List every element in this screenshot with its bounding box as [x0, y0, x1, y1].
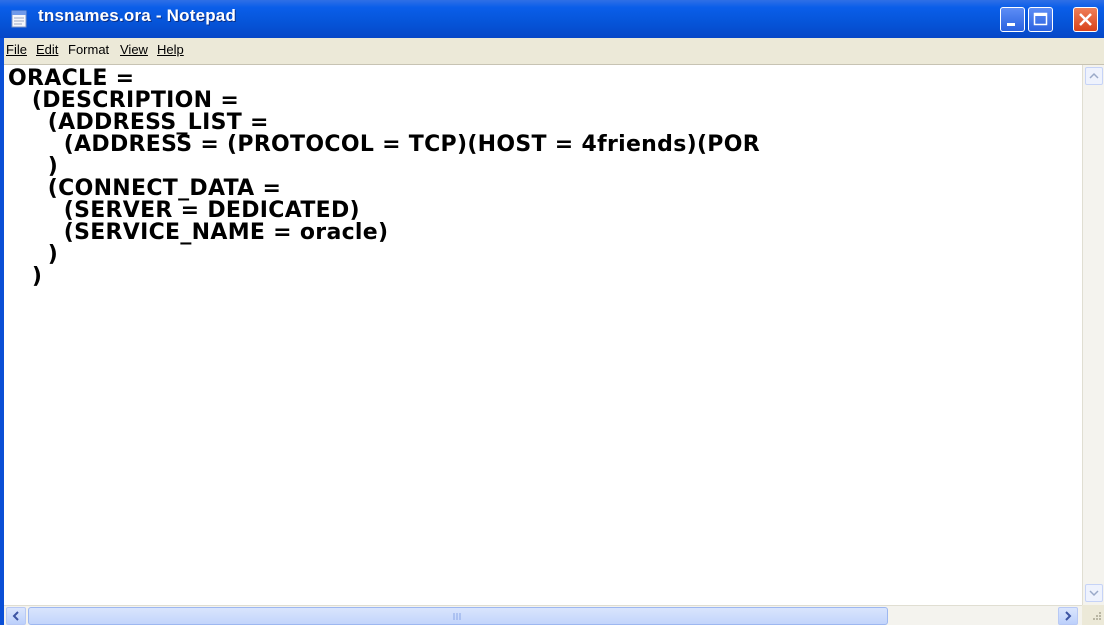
maximize-icon [1033, 12, 1048, 26]
title-bar[interactable]: tnsnames.ora - Notepad [0, 0, 1104, 38]
menu-file-label: File [6, 42, 27, 57]
text-line: (ADDRESS_LIST = [8, 110, 269, 135]
scroll-right-button[interactable] [1058, 607, 1078, 625]
notepad-window: tnsnames.ora - Notepad File Edit Format … [0, 0, 1104, 625]
menu-format-label: Format [68, 42, 110, 57]
menu-bar: File Edit Format View Help [0, 38, 1104, 65]
horizontal-scrollbar[interactable] [4, 605, 1082, 625]
menu-edit[interactable]: Edit [36, 42, 58, 57]
resize-grip[interactable] [1082, 605, 1104, 625]
chevron-up-icon [1089, 72, 1099, 79]
horizontal-scroll-thumb[interactable] [28, 607, 888, 625]
menu-file[interactable]: File [6, 42, 27, 57]
maximize-button[interactable] [1028, 7, 1053, 32]
close-icon [1079, 13, 1092, 26]
text-line: ) [8, 264, 43, 289]
text-line: (CONNECT_DATA = [8, 176, 282, 201]
chevron-down-icon [1089, 590, 1099, 597]
text-editor-area[interactable]: ORACLE = (DESCRIPTION = (ADDRESS_LIST = … [4, 65, 1082, 605]
menu-view-label: View [120, 42, 148, 57]
scroll-up-button[interactable] [1085, 67, 1103, 85]
menu-view[interactable]: View [120, 42, 148, 57]
menu-help-label: Help [157, 42, 184, 57]
text-line: (SERVER = DEDICATED) [8, 198, 360, 223]
scroll-left-button[interactable] [6, 607, 26, 625]
window-title: tnsnames.ora - Notepad [38, 6, 237, 25]
menu-help[interactable]: Help [157, 42, 184, 57]
vertical-scrollbar[interactable] [1082, 65, 1104, 605]
menu-edit-label: Edit [36, 42, 59, 57]
text-line: (DESCRIPTION = [8, 88, 240, 113]
minimize-button[interactable] [1000, 7, 1025, 32]
close-button[interactable] [1073, 7, 1098, 32]
text-line: (ADDRESS = (PROTOCOL = TCP)(HOST = 4frie… [8, 132, 760, 157]
resize-grip-icon [1093, 612, 1101, 620]
scroll-down-button[interactable] [1085, 584, 1103, 602]
minimize-icon [1007, 23, 1015, 26]
text-line: (SERVICE_NAME = oracle) [8, 220, 389, 245]
chevron-right-icon [1065, 611, 1072, 621]
grip-icon [453, 613, 461, 620]
notepad-icon [11, 10, 27, 28]
text-line: ) [8, 242, 59, 267]
text-line: ORACLE = [8, 66, 135, 91]
menu-format[interactable]: Format [68, 42, 109, 57]
text-line: ) [8, 154, 59, 179]
chevron-left-icon [12, 611, 19, 621]
